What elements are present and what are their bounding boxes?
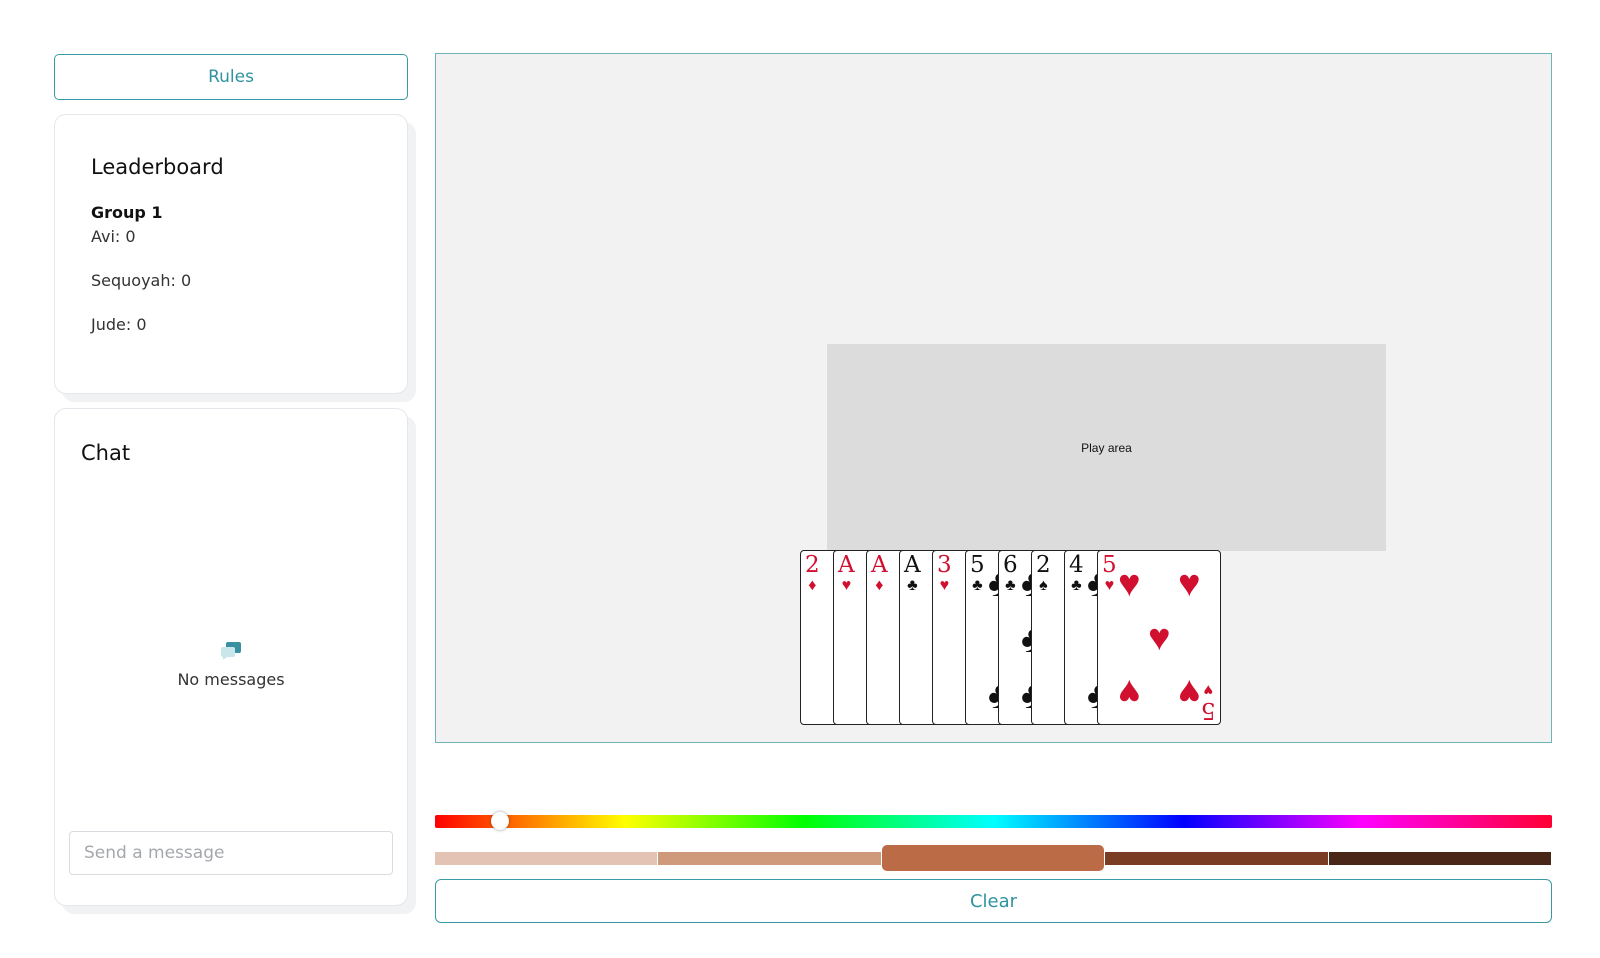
play-area-label: Play area <box>1081 440 1132 455</box>
card-index: 2 ♠ <box>1036 554 1051 594</box>
skin-tone-swatch[interactable] <box>1328 852 1551 865</box>
card-pip: ♥ <box>1118 563 1141 605</box>
skin-tone-picker <box>435 845 1552 871</box>
card-suit: ♥ <box>841 577 852 594</box>
card-index: A ♥ <box>838 554 855 594</box>
hue-slider-thumb[interactable] <box>490 812 509 830</box>
chat-bubbles-icon <box>219 641 243 666</box>
card-index: A ♣ <box>904 554 921 594</box>
card-suit: ♣ <box>1071 577 1082 594</box>
card-pip: ♥ <box>1178 563 1201 605</box>
leaderboard-player-sequoyah: Sequoyah: 0 <box>91 271 192 290</box>
card-index: 5 ♣ <box>970 554 985 594</box>
card-pip: ♥ <box>1178 671 1201 713</box>
card-suit: ♣ <box>1005 577 1016 594</box>
card-suit: ♦ <box>875 577 884 594</box>
chat-panel: Chat No messages <box>54 408 408 906</box>
skin-tone-swatch[interactable] <box>1105 852 1328 865</box>
card-rank: 6 <box>1003 552 1018 578</box>
card-index: 6 ♣ <box>1003 554 1018 594</box>
card-index: A ♦ <box>871 554 888 594</box>
card-rank: A <box>904 552 921 578</box>
card-rank: A <box>838 552 855 578</box>
leaderboard-panel: Leaderboard Group 1 Avi: 0 Sequoyah: 0 J… <box>54 114 408 394</box>
card-suit: ♠ <box>1039 577 1048 594</box>
leaderboard-title: Leaderboard <box>91 155 224 179</box>
hue-slider[interactable] <box>435 812 1552 830</box>
chat-title: Chat <box>81 441 131 465</box>
card-suit: ♥ <box>939 577 950 594</box>
play-area[interactable]: Play area <box>827 344 1386 551</box>
playing-card[interactable]: 5 ♥ ♥ ♥ ♥ ♥ ♥ 5 ♥ <box>1097 550 1221 725</box>
skin-tone-swatch[interactable] <box>881 845 1105 871</box>
game-board[interactable]: Play area 2♦A♥A♦A♣3♥5♣♣♣6♣♣♣♣2♠4♣♣♣5♥♥♥♥… <box>435 53 1552 743</box>
card-index: 4 ♣ <box>1069 554 1084 594</box>
card-pip: ♥ <box>1148 617 1171 659</box>
card-index: 2 ♦ <box>805 554 820 594</box>
card-index-bottom: 5 ♥ <box>1201 681 1216 723</box>
leaderboard-group: Group 1 <box>91 203 163 222</box>
card-rank: 5 <box>970 552 985 578</box>
card-suit: ♦ <box>808 577 817 594</box>
card-rank: 3 <box>937 552 952 578</box>
card-rank: A <box>871 552 888 578</box>
card-rank: 5 <box>1102 552 1117 578</box>
card-rank: 2 <box>1036 552 1051 578</box>
card-suit: ♣ <box>972 577 983 594</box>
card-suit: ♣ <box>907 577 918 594</box>
card-index: 5 ♥ <box>1102 554 1117 594</box>
card-rank: 4 <box>1069 552 1084 578</box>
card-index: 3 ♥ <box>937 554 952 594</box>
chat-message-input[interactable] <box>69 831 393 875</box>
chat-empty-state: No messages <box>55 641 407 689</box>
card-pip: ♥ <box>1118 671 1141 713</box>
card-rank: 2 <box>805 552 820 578</box>
card-suit: ♥ <box>1104 577 1115 594</box>
skin-tone-swatch[interactable] <box>435 852 658 865</box>
rules-button[interactable]: Rules <box>54 54 408 100</box>
leaderboard-player-jude: Jude: 0 <box>91 315 147 334</box>
leaderboard-player-avi: Avi: 0 <box>91 227 136 246</box>
clear-button[interactable]: Clear <box>435 879 1552 923</box>
chat-empty-text: No messages <box>177 670 285 689</box>
skin-tone-swatch[interactable] <box>658 852 881 865</box>
